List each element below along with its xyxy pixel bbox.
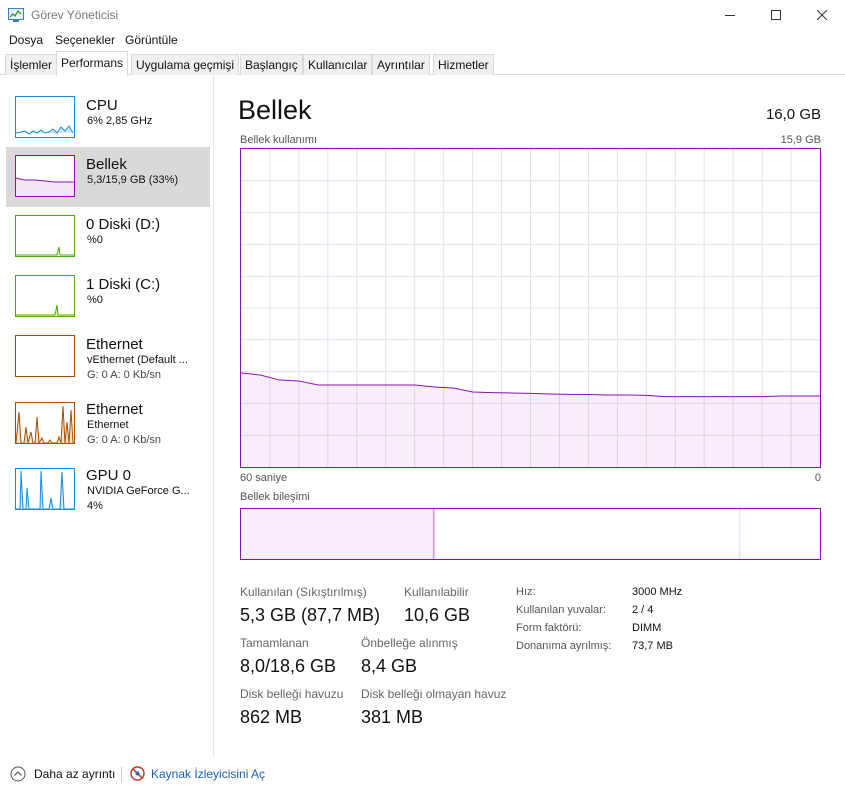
sidebar-item-detail: vEthernet (Default ... [87,354,188,366]
memory-composition-bar [240,508,821,560]
ethernet-thumbnail [15,335,75,377]
memory-total: 16,0 GB [765,106,821,123]
disk-d-thumbnail [15,215,75,257]
maximize-button[interactable] [753,0,799,30]
x-axis-start-label: 60 saniye [240,472,288,484]
page-title: Bellek [238,95,312,125]
sidebar-item-title: Ethernet [86,401,143,418]
cached-label: Önbelleğe alınmış [361,636,458,650]
sidebar-item-title: GPU 0 [86,467,132,484]
x-axis-end-label: 0 [814,472,821,484]
menu-view[interactable]: Görüntüle [125,33,178,47]
performance-sidebar: CPU 6% 2,85 GHz Bellek 5,3/15,9 GB (33%)… [0,76,214,756]
ethernet-thumbnail [15,402,75,444]
resource-monitor-link[interactable]: Kaynak İzleyicisini Aç [130,766,265,781]
memory-usage-chart [240,148,821,468]
sidebar-item-ethernet[interactable]: Ethernet Ethernet G: 0 A: 0 Kb/sn [6,394,210,454]
usage-chart-max: 15,9 GB [780,134,821,146]
menu-file[interactable]: Dosya [9,33,43,47]
memory-panel: Bellek 16,0 GB Bellek kullanımı 15,9 GB … [215,76,845,756]
resource-monitor-icon [130,766,145,781]
sidebar-item-detail: %0 [87,294,103,306]
title-bar: Görev Yöneticisi [0,0,845,30]
tab-services[interactable]: Hizmetler [433,54,494,75]
maximize-icon [771,10,781,20]
in-use-value: 5,3 GB (87,7 MB) [240,605,381,625]
cpu-thumbnail [15,96,75,138]
sidebar-item-title: 0 Diski (D:) [86,216,161,233]
memory-thumbnail [15,155,75,197]
sidebar-item-detail: %0 [87,234,103,246]
tab-processes[interactable]: İşlemler [5,54,58,75]
sidebar-item-title: Ethernet [86,336,143,353]
composition-segment [740,509,820,559]
composition-segment [241,509,434,559]
tab-bar: İşlemler Performans Uygulama geçmişi Baş… [0,51,845,76]
paged-pool-label: Disk belleği havuzu [240,687,344,701]
usage-chart-label: Bellek kullanımı [240,134,318,146]
sidebar-item-detail: Ethernet [87,419,129,431]
fewer-details-button[interactable]: Daha az ayrıntı [10,766,115,782]
nonpaged-pool-label: Disk belleği olmayan havuz [361,687,507,701]
slots-label: Kullanılan yuvalar: [516,604,606,616]
tab-app-history[interactable]: Uygulama geçmişi [131,54,240,75]
gpu-thumbnail [15,468,75,510]
form-factor-label: Form faktörü: [516,622,582,634]
slots-value: 2 / 4 [632,604,654,616]
paged-pool-value: 862 MB [240,707,303,727]
sidebar-item-detail: NVIDIA GeForce G... [87,485,190,497]
fewer-details-label: Daha az ayrıntı [34,767,116,781]
minimize-button[interactable] [707,0,753,30]
tab-performance[interactable]: Performans [56,51,129,76]
sidebar-item-title: CPU [86,97,118,114]
sidebar-item-usage: 4% [87,500,103,512]
sidebar-item-cpu[interactable]: CPU 6% 2,85 GHz [6,88,210,148]
available-label: Kullanılabilir [404,585,469,599]
disk-c-thumbnail [15,275,75,317]
sidebar-item-throughput: G: 0 A: 0 Kb/sn [87,434,161,446]
available-value: 10,6 GB [404,605,471,625]
footer-divider [121,767,122,783]
tab-details[interactable]: Ayrıntılar [372,54,430,75]
nonpaged-pool-value: 381 MB [361,707,424,727]
composition-segment [435,509,741,559]
footer: Daha az ayrıntı Kaynak İzleyicisini Aç [0,756,845,794]
speed-value: 3000 MHz [632,586,683,598]
hardware-reserved-value: 73,7 MB [632,640,673,652]
tab-users[interactable]: Kullanıcılar [303,54,373,75]
task-manager-icon [8,8,24,22]
committed-label: Tamamlanan [240,636,309,650]
sidebar-item-disk-c[interactable]: 1 Diski (C:) %0 [6,267,210,327]
speed-label: Hız: [516,586,536,598]
form-factor-value: DIMM [632,622,662,634]
sidebar-item-title: 1 Diski (C:) [86,276,161,293]
committed-value: 8,0/18,6 GB [240,656,337,676]
hardware-reserved-label: Donanıma ayrılmış: [516,640,612,652]
sidebar-item-disk-d[interactable]: 0 Diski (D:) %0 [6,207,210,267]
sidebar-item-gpu[interactable]: GPU 0 NVIDIA GeForce G... 4% [6,460,210,520]
window-title: Görev Yöneticisi [31,8,119,22]
close-button[interactable] [799,0,845,30]
sidebar-item-detail: 6% 2,85 GHz [87,115,153,127]
chevron-up-icon [10,766,26,782]
composition-label: Bellek bileşimi [240,491,310,503]
sidebar-item-detail: 5,3/15,9 GB (33%) [87,174,179,186]
tab-startup[interactable]: Başlangıç [240,54,303,75]
menu-options[interactable]: Seçenekler [55,33,115,47]
resource-monitor-label: Kaynak İzleyicisini Aç [151,766,266,781]
close-icon [817,10,827,20]
in-use-label: Kullanılan (Sıkıştırılmış) [240,585,367,599]
sidebar-item-memory[interactable]: Bellek 5,3/15,9 GB (33%) [6,147,210,207]
minimize-icon [725,15,735,16]
menu-bar: Dosya Seçenekler Görüntüle [0,30,845,51]
sidebar-item-throughput: G: 0 A: 0 Kb/sn [87,369,161,381]
sidebar-item-title: Bellek [86,156,127,173]
sidebar-item-ethernet-vethernet[interactable]: Ethernet vEthernet (Default ... G: 0 A: … [6,327,210,387]
cached-value: 8,4 GB [361,656,418,676]
